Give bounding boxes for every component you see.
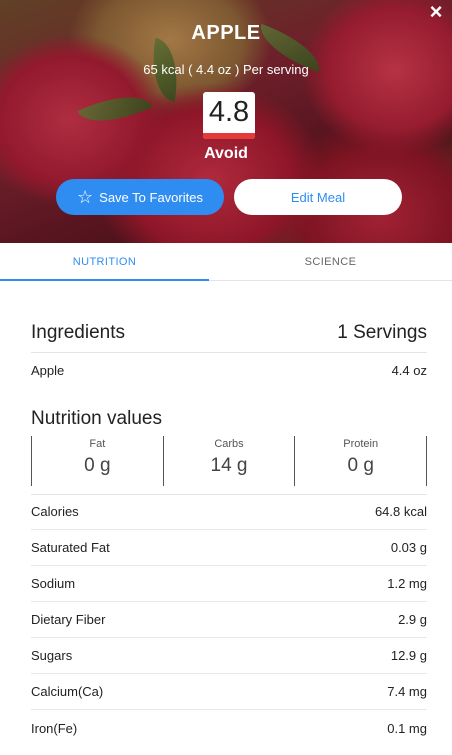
close-icon[interactable]: × — [424, 0, 448, 24]
nutrient-name: Sodium — [31, 576, 76, 591]
save-to-favorites-label: Save To Favorites — [99, 189, 203, 205]
health-score-badge: 4.8 — [203, 92, 255, 139]
macro-label: Fat — [89, 438, 106, 450]
tab-bar: NUTRITION SCIENCE — [0, 243, 452, 281]
nutrient-row-sodium: Sodium 1.2 mg — [31, 566, 427, 602]
macro-label: Protein — [343, 438, 379, 450]
nutrient-value: 64.8 kcal — [374, 504, 427, 519]
nutrient-row-iron: Iron(Fe) 0.1 mg — [31, 710, 427, 746]
health-score-bar — [203, 133, 255, 139]
nutrient-name: Iron(Fe) — [31, 720, 78, 736]
servings-count[interactable]: 1 Servings — [337, 322, 427, 344]
macro-carbs: Carbs 14 g — [162, 436, 295, 486]
ingredient-name: Apple — [31, 362, 65, 378]
edit-meal-label: Edit Meal — [290, 189, 346, 205]
macro-protein: Protein 0 g — [294, 436, 428, 486]
nutrient-value: 12.9 g — [390, 648, 427, 663]
nutrient-value: 0.03 g — [390, 540, 427, 555]
macro-fat: Fat 0 g — [31, 436, 163, 486]
macro-value: 0 g — [84, 455, 111, 476]
macros-summary: Fat 0 g Carbs 14 g Protein 0 g — [31, 436, 428, 486]
star-icon: ☆ — [77, 187, 94, 207]
health-verdict: Avoid — [204, 145, 248, 162]
nutrient-name: Dietary Fiber — [31, 612, 106, 627]
nutrient-row-calcium: Calcium(Ca) 7.4 mg — [31, 674, 427, 710]
edit-meal-button[interactable]: Edit Meal — [234, 179, 402, 215]
nutrient-row-dietary-fiber: Dietary Fiber 2.9 g — [31, 602, 427, 638]
macro-value: 0 g — [347, 455, 374, 476]
nutrient-name: Sugars — [31, 648, 73, 663]
macro-label: Carbs — [214, 438, 244, 450]
nutrient-value: 0.1 mg — [387, 720, 427, 736]
nutrient-value: 1.2 mg — [387, 576, 427, 591]
tab-nutrition[interactable]: NUTRITION — [0, 243, 209, 281]
ingredients-title: Ingredients — [31, 322, 126, 343]
nutrient-row-calories: Calories 64.8 kcal — [31, 494, 427, 530]
serving-info: 65 kcal ( 4.4 oz ) Per serving — [143, 62, 309, 77]
nutrient-name: Calcium(Ca) — [31, 684, 104, 699]
nutrient-value: 7.4 mg — [387, 684, 427, 699]
ingredient-row[interactable]: Apple 4.4 oz — [31, 352, 427, 388]
nutrition-title: Nutrition values — [31, 408, 162, 429]
health-score-value: 4.8 — [208, 96, 250, 128]
nutrient-name: Saturated Fat — [31, 540, 110, 555]
food-title: APPLE — [191, 22, 261, 44]
ingredients-header: Ingredients 1 Servings — [31, 322, 427, 344]
macro-value: 14 g — [210, 455, 248, 476]
leaf-decoration — [77, 81, 153, 137]
nutrient-name: Calories — [31, 504, 79, 519]
nutrition-header: Nutrition values — [31, 408, 427, 430]
tab-science[interactable]: SCIENCE — [209, 243, 452, 280]
nutrient-value: 2.9 g — [398, 612, 427, 627]
nutrient-row-sugars: Sugars 12.9 g — [31, 638, 427, 674]
nutrient-row-saturated-fat: Saturated Fat 0.03 g — [31, 530, 427, 566]
save-to-favorites-button[interactable]: ☆ Save To Favorites — [56, 179, 224, 215]
ingredient-amount: 4.4 oz — [391, 362, 427, 378]
